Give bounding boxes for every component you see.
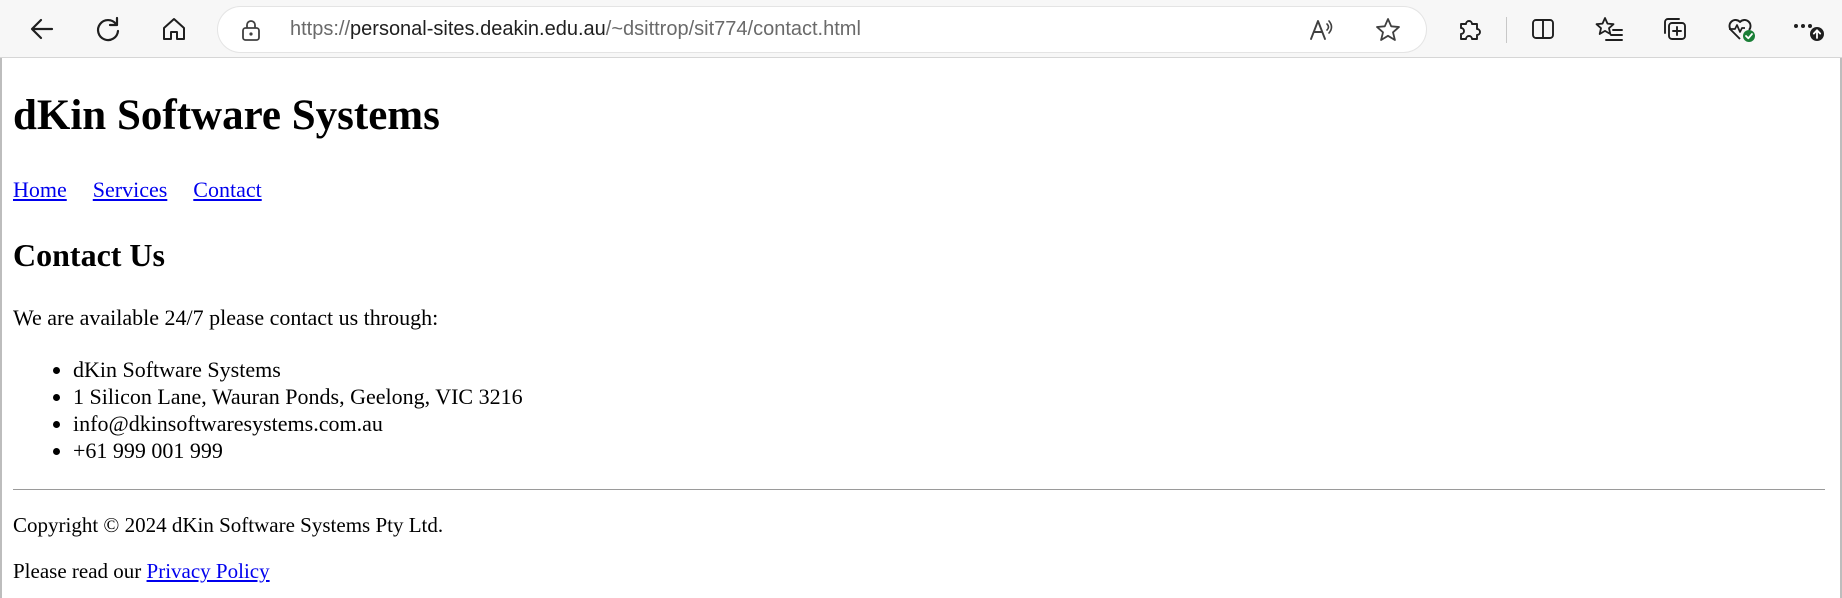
nav-link-home[interactable]: Home <box>13 177 67 202</box>
url-host: personal-sites.deakin.edu.au <box>350 18 606 40</box>
nav-link-services[interactable]: Services <box>93 177 168 202</box>
browser-toolbar: https://personal-sites.deakin.edu.au/~ds… <box>0 0 1842 58</box>
page-viewport: dKin Software Systems Home Services Contac… <box>0 58 1842 598</box>
back-arrow-icon <box>30 18 54 40</box>
back-button[interactable] <box>22 9 62 49</box>
add-favorite-button[interactable] <box>1374 16 1402 49</box>
extensions-button[interactable] <box>1450 9 1490 49</box>
nav-link-contact[interactable]: Contact <box>193 177 261 202</box>
toolbar-divider <box>1506 17 1507 43</box>
contact-phone: +61 999 001 999 <box>73 437 523 464</box>
more-button[interactable] <box>1789 9 1829 49</box>
read-aloud-button[interactable] <box>1308 17 1334 48</box>
address-bar[interactable]: https://personal-sites.deakin.edu.au/~ds… <box>218 7 1426 52</box>
collections-button[interactable] <box>1655 9 1695 49</box>
main-nav: Home Services Contact <box>13 176 288 204</box>
url-scheme: https:// <box>290 18 351 40</box>
privacy-prefix: Please read our <box>13 559 147 583</box>
privacy-policy-link[interactable]: Privacy Policy <box>147 559 270 583</box>
copyright-text: Copyright © 2024 dKin Software Systems P… <box>13 513 444 537</box>
privacy-notice: Please read our Privacy Policy <box>13 558 270 584</box>
heartbeat-icon <box>1728 19 1755 42</box>
site-title: dKin Software Systems <box>13 92 440 139</box>
split-screen-button[interactable] <box>1523 9 1563 49</box>
read-aloud-icon <box>1310 20 1333 40</box>
contact-address: 1 Silicon Lane, Wauran Ponds, Geelong, V… <box>73 383 523 410</box>
home-button[interactable] <box>154 9 194 49</box>
browser-essentials-button[interactable] <box>1721 9 1761 49</box>
contact-list: dKin Software Systems 1 Silicon Lane, Wa… <box>13 356 523 464</box>
refresh-icon <box>96 16 120 42</box>
footer-divider <box>13 489 1825 490</box>
contact-company: dKin Software Systems <box>73 356 523 383</box>
puzzle-icon <box>1460 20 1481 40</box>
url-path: /~dsittrop/sit774/contact.html <box>605 18 861 40</box>
more-icon <box>1794 24 1824 41</box>
collections-icon <box>1664 18 1686 40</box>
contact-email: info@dkinsoftwaresystems.com.au <box>73 410 523 437</box>
intro-text: We are available 24/7 please contact us … <box>13 305 439 330</box>
url-text[interactable]: https://personal-sites.deakin.edu.au/~ds… <box>290 7 861 52</box>
section-title: Contact Us <box>13 237 165 273</box>
home-icon <box>163 18 185 40</box>
refresh-button[interactable] <box>88 9 128 49</box>
star-icon <box>1376 18 1400 41</box>
split-screen-icon <box>1532 19 1554 39</box>
lock-icon[interactable] <box>240 18 262 47</box>
favorites-list-icon <box>1595 17 1623 41</box>
favorites-button[interactable] <box>1589 9 1629 49</box>
